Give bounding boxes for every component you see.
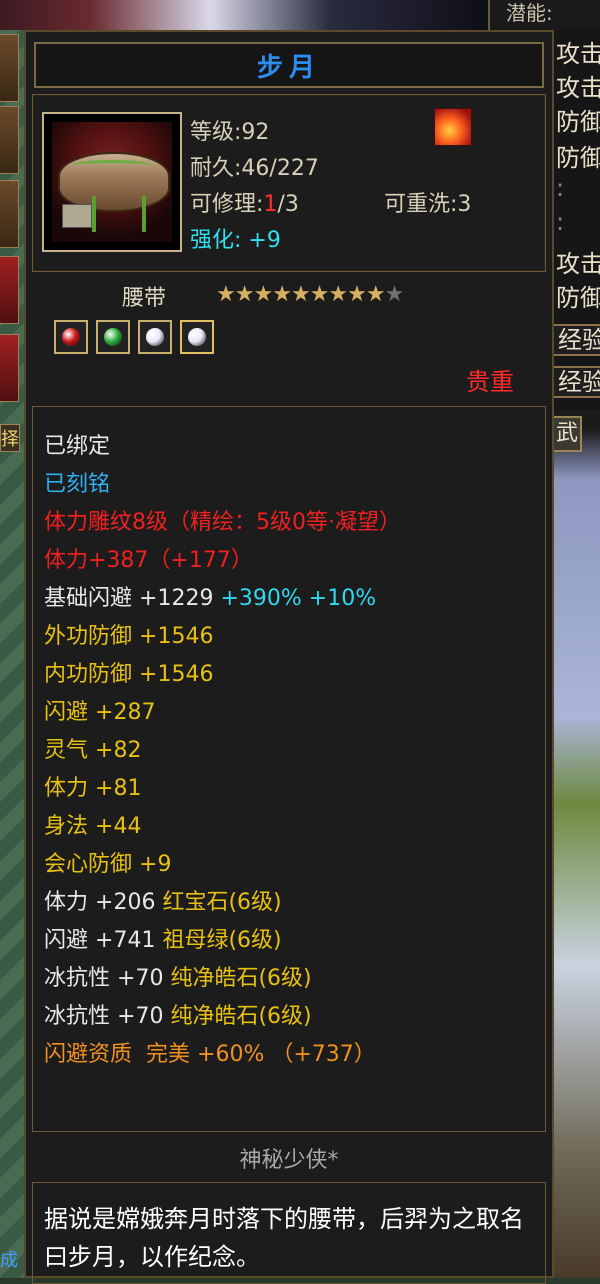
item-level: 等级:92 — [190, 120, 270, 145]
gem-slot — [54, 320, 88, 354]
diamond-gem-icon — [146, 328, 164, 346]
item-icon-frame — [42, 112, 182, 252]
bound-status: 已绑定 — [44, 434, 111, 459]
item-type: 腰带 — [122, 286, 167, 311]
stat-label: 防御 — [556, 108, 600, 136]
stat-label: : — [556, 174, 565, 202]
agility-line: 身法 +44 — [44, 814, 142, 839]
item-rarity: 贵重 — [466, 368, 514, 396]
left-tab-button[interactable]: 择 — [0, 424, 20, 452]
gem-slot — [96, 320, 130, 354]
item-maker: 神秘少侠* — [239, 1148, 339, 1173]
star-filled-icon: ★ — [347, 282, 367, 307]
dodge-line: 闪避 +287 — [44, 700, 156, 725]
gem-bonus-line: 闪避 +741 祖母绿(6级) — [44, 928, 282, 953]
item-tooltip: 步月 等级:92 耐久:46/227 可修理:1/3 可重洗:3 强化: +9 … — [24, 30, 554, 1284]
crit-def-line: 会心防御 +9 — [44, 852, 172, 877]
stat-label: 攻击 — [556, 40, 600, 68]
item-enhance: 强化: +9 — [190, 228, 281, 253]
stamina-total-line: 体力+387（+177） — [44, 548, 253, 573]
star-filled-icon: ★ — [253, 282, 273, 307]
star-rating: ★★★★★★★★★★ — [216, 282, 405, 307]
item-repair: 可修理:1/3 — [190, 192, 299, 217]
ext-def-line: 外功防御 +1546 — [44, 624, 214, 649]
star-filled-icon: ★ — [365, 282, 386, 307]
skill-slot[interactable] — [0, 34, 19, 102]
item-rewash: 可重洗:3 — [384, 192, 472, 217]
item-name: 步月 — [256, 52, 321, 83]
skill-slot[interactable] — [0, 256, 19, 324]
martial-tab[interactable]: 武 — [552, 416, 582, 452]
star-filled-icon: ★ — [272, 282, 292, 307]
star-filled-icon: ★ — [328, 282, 348, 307]
spirit-line: 灵气 +82 — [44, 738, 142, 763]
stamina-line: 体力 +81 — [44, 776, 142, 801]
gem-slot — [138, 320, 172, 354]
star-empty-icon: ★ — [384, 282, 405, 307]
gem-bonus-line: 体力 +206 红宝石(6级) — [44, 890, 282, 915]
diamond-gem-icon — [188, 328, 206, 346]
stat-label: : — [556, 208, 565, 236]
flame-icon — [434, 108, 472, 146]
skill-slot[interactable] — [0, 334, 19, 402]
stat-label: 攻击 — [556, 74, 600, 102]
star-filled-icon: ★ — [309, 282, 330, 307]
base-dodge-line: 基础闪避 +1229 +390% +10% — [44, 586, 377, 611]
item-title-bar: 步月 — [34, 42, 544, 88]
int-def-line: 内功防御 +1546 — [44, 662, 214, 687]
star-filled-icon: ★ — [290, 282, 311, 307]
experience-button[interactable]: 经验 — [552, 324, 600, 356]
star-filled-icon: ★ — [216, 282, 236, 307]
gem-slot — [180, 320, 214, 354]
item-durability: 耐久:46/227 — [190, 156, 319, 181]
stat-label: 防御 — [556, 284, 600, 312]
engraved-status: 已刻铭 — [44, 472, 111, 497]
ruby-gem-icon — [62, 328, 80, 346]
star-filled-icon: ★ — [234, 282, 255, 307]
carving-line: 体力雕纹8级（精绘：5级0等·凝望） — [44, 510, 401, 535]
aptitude-line: 闪避资质 完美 +60% （+737） — [44, 1042, 376, 1067]
skill-slot[interactable] — [0, 180, 19, 248]
gem-bonus-line: 冰抗性 +70 纯净皓石(6级) — [44, 1004, 312, 1029]
item-description: 据说是嫦娥奔月时落下的腰带，后羿为之取名曰步月，以作纪念。 — [44, 1205, 524, 1271]
left-bottom-text: 成 — [0, 1250, 18, 1271]
emerald-gem-icon — [104, 328, 122, 346]
stat-label: 攻击 — [556, 250, 600, 278]
skill-slot[interactable] — [0, 106, 19, 174]
gem-bonus-line: 冰抗性 +70 纯净皓石(6级) — [44, 966, 312, 991]
potential-label: 潜能: — [488, 0, 600, 30]
belt-icon — [52, 122, 172, 242]
stat-label: 防御 — [556, 144, 600, 172]
experience-button[interactable]: 经验 — [552, 366, 600, 398]
